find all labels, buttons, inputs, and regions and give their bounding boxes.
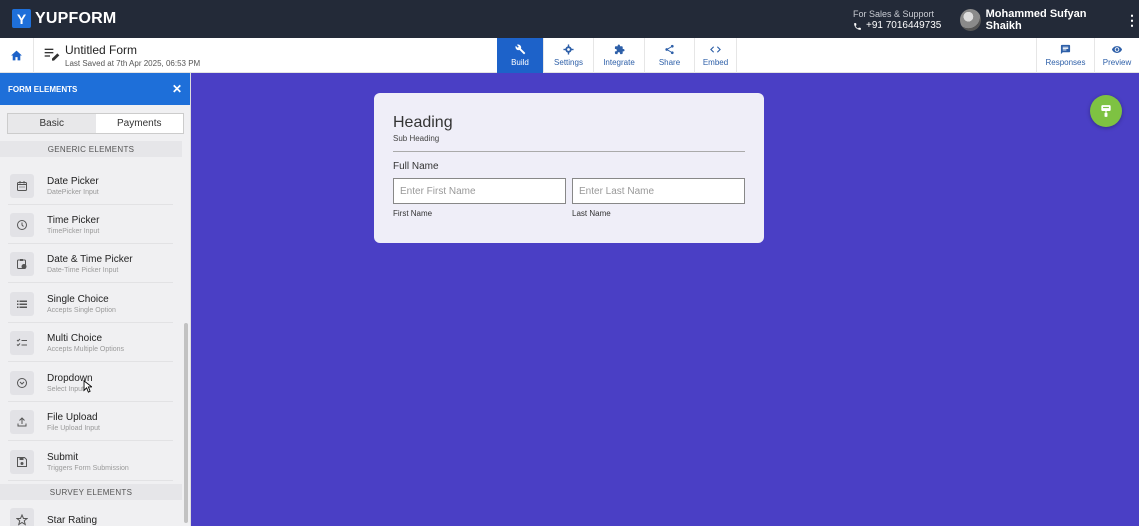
segment-payments[interactable]: Payments <box>96 114 184 133</box>
gear-icon <box>563 44 574 55</box>
right-tabs: Responses Preview <box>1036 38 1139 73</box>
chevron-circle-icon <box>10 370 34 395</box>
save-icon <box>10 449 34 474</box>
form-heading[interactable]: Heading <box>393 114 453 132</box>
brand[interactable]: Y YUPFORM <box>12 9 116 28</box>
panel-scrollbar[interactable] <box>184 323 188 523</box>
element-name: File Upload <box>47 411 98 423</box>
tab-build[interactable]: Build <box>497 38 544 73</box>
support-phone-number: +91 7016449735 <box>866 20 942 31</box>
share-icon <box>665 44 674 55</box>
element-name: Submit <box>47 451 79 463</box>
form-card: Heading Sub Heading Full Name Enter Firs… <box>374 93 764 243</box>
brand-name: YUPFORM <box>35 9 117 27</box>
checklist-icon <box>10 330 34 355</box>
element-description: Date-Time Picker Input <box>47 266 119 274</box>
section-survey-elements: SURVEY ELEMENTS <box>0 484 182 500</box>
close-icon[interactable]: ✕ <box>172 82 182 96</box>
brand-logo: Y <box>12 9 31 28</box>
element-name: Single Choice <box>47 293 109 305</box>
element-time-picker[interactable]: Time Picker TimePicker Input <box>8 206 173 244</box>
avatar[interactable] <box>960 9 981 31</box>
paint-roller-icon <box>1101 105 1111 117</box>
element-category-toggle: Basic Payments <box>7 113 184 134</box>
support-phone[interactable]: +91 7016449735 <box>853 20 941 32</box>
user-name: Mohammed Sufyan Shaikh <box>985 8 1087 32</box>
message-icon <box>1060 44 1071 55</box>
element-name: Star Rating <box>47 514 98 526</box>
element-description: Accepts Multiple Options <box>47 345 125 353</box>
form-title[interactable]: Untitled Form <box>65 43 200 57</box>
tab-embed[interactable]: Embed <box>695 38 737 73</box>
home-button[interactable] <box>0 38 34 73</box>
divider <box>393 151 745 152</box>
tab-share[interactable]: Share <box>645 38 695 73</box>
panel-header: FORM ELEMENTS ✕ <box>0 73 190 105</box>
last-name-input[interactable]: Enter Last Name <box>572 178 745 204</box>
tab-label: Settings <box>554 58 583 67</box>
theme-paint-button[interactable] <box>1090 95 1122 127</box>
element-submit[interactable]: Submit Triggers Form Submission <box>8 443 173 481</box>
form-subheading[interactable]: Sub Heading <box>393 134 439 143</box>
segment-basic[interactable]: Basic <box>8 114 96 133</box>
toolbar: Untitled Form Last Saved at 7th Apr 2025… <box>0 38 1139 73</box>
element-description: File Upload Input <box>47 424 100 432</box>
element-date-picker[interactable]: Date Picker DatePicker Input <box>8 167 173 205</box>
user-menu[interactable]: Mohammed Sufyan Shaikh ⋮ <box>960 8 1139 32</box>
element-name: Date Picker <box>47 175 99 187</box>
element-description: DatePicker Input <box>47 188 99 196</box>
calendar-icon <box>10 173 34 198</box>
tab-label: Preview <box>1102 58 1132 67</box>
element-single-choice[interactable]: Single Choice Accepts Single Option <box>8 285 173 323</box>
last-name-caption: Last Name <box>572 209 611 218</box>
element-star-rating[interactable]: Star Rating <box>8 501 173 526</box>
phone-icon <box>854 22 861 30</box>
upload-icon <box>10 409 34 434</box>
tab-responses[interactable]: Responses <box>1036 38 1095 73</box>
panel-title: FORM ELEMENTS <box>8 84 78 94</box>
list-icon <box>10 291 34 316</box>
wrench-icon <box>514 44 525 55</box>
element-description: Triggers Form Submission <box>47 464 129 472</box>
tab-label: Share <box>658 58 681 67</box>
tab-preview[interactable]: Preview <box>1095 38 1139 73</box>
support-label: For Sales & Support <box>853 9 935 19</box>
tab-label: Responses <box>1045 58 1086 67</box>
element-date-time-picker[interactable]: Date & Time Picker Date-Time Picker Input <box>8 245 173 283</box>
tab-label: Integrate <box>603 58 635 67</box>
clock-icon <box>10 212 34 237</box>
last-saved-text: Last Saved at 7th Apr 2025, 06:53 PM <box>65 59 201 68</box>
eye-icon <box>1111 46 1123 53</box>
edit-notes-icon <box>44 47 60 68</box>
tab-label: Build <box>511 58 529 67</box>
element-file-upload[interactable]: File Upload File Upload Input <box>8 403 173 441</box>
section-generic-elements: GENERIC ELEMENTS <box>0 141 182 157</box>
puzzle-icon <box>614 44 625 55</box>
first-name-input[interactable]: Enter First Name <box>393 178 566 204</box>
support-info: For Sales & Support +91 7016449735 <box>853 8 941 32</box>
star-icon <box>10 508 34 526</box>
element-name: Multi Choice <box>47 332 103 344</box>
top-bar: Y YUPFORM For Sales & Support +91 701644… <box>0 0 1139 38</box>
more-vertical-icon[interactable]: ⋮ <box>1125 13 1139 27</box>
code-icon <box>710 46 721 53</box>
element-description: Accepts Single Option <box>47 306 116 314</box>
tab-integrate[interactable]: Integrate <box>594 38 645 73</box>
tab-settings[interactable]: Settings <box>544 38 594 73</box>
form-elements-panel: FORM ELEMENTS ✕ Basic Payments GENERIC E… <box>0 73 191 526</box>
calendar-clock-icon <box>10 251 34 276</box>
element-multi-choice[interactable]: Multi Choice Accepts Multiple Options <box>8 324 173 362</box>
form-info: Untitled Form Last Saved at 7th Apr 2025… <box>44 43 200 68</box>
element-name: Date & Time Picker <box>47 253 133 265</box>
element-name: Time Picker <box>47 214 100 226</box>
mouse-cursor <box>83 380 92 393</box>
full-name-label[interactable]: Full Name <box>393 161 439 172</box>
main-tabs: Build Settings Integrate Share Embed <box>497 38 737 73</box>
tab-label: Embed <box>702 58 729 67</box>
home-icon <box>11 50 22 61</box>
element-description: TimePicker Input <box>47 227 100 235</box>
first-name-caption: First Name <box>393 209 433 218</box>
